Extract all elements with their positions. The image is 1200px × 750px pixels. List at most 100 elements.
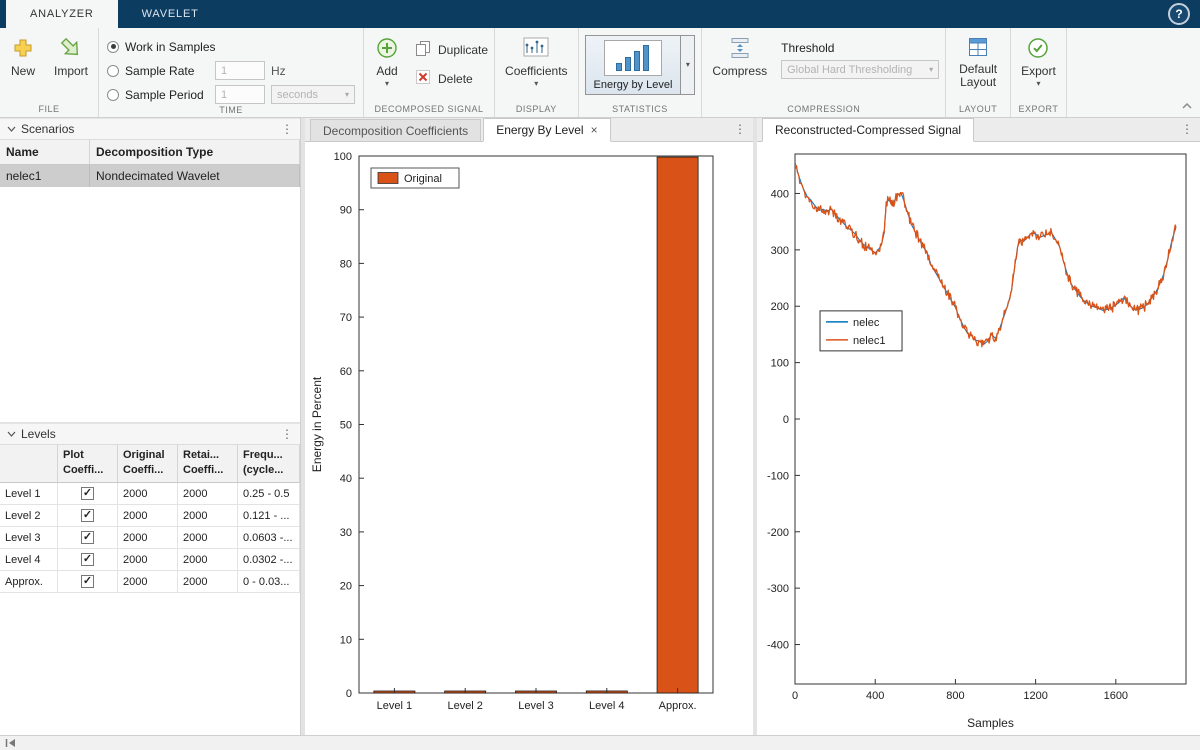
- sample-period-radio[interactable]: [107, 89, 119, 101]
- svg-text:-100: -100: [767, 470, 789, 482]
- levels-table: PlotCoeffi... OriginalCoeffi... Retai...…: [0, 445, 300, 593]
- svg-text:Level 1: Level 1: [377, 700, 412, 712]
- svg-text:Approx.: Approx.: [659, 700, 697, 712]
- scenarios-col-type: Decomposition Type: [90, 140, 300, 164]
- collapse-chevron-icon[interactable]: [7, 431, 16, 437]
- energy-by-level-dropdown[interactable]: ▾: [681, 35, 695, 95]
- plot-checkbox[interactable]: [81, 575, 94, 588]
- panel-menu-icon[interactable]: ⋮: [1181, 122, 1193, 136]
- table-row: Approx. 2000 2000 0 - 0.03...: [0, 571, 300, 593]
- section-statistics-caption: STATISTICS: [585, 103, 696, 117]
- coefficients-button[interactable]: Coefficients ▾: [501, 33, 571, 91]
- section-compression: Compress Threshold Global Hard Threshold…: [702, 28, 946, 117]
- levels-col-plot: PlotCoeffi...: [58, 445, 118, 482]
- sample-period-unit-select[interactable]: seconds▾: [271, 85, 355, 104]
- tab-decomposition-coefficients[interactable]: Decomposition Coefficients: [310, 119, 481, 141]
- statusbar: [0, 735, 1200, 750]
- export-check-icon: [1026, 36, 1050, 63]
- tab-energy-by-level[interactable]: Energy By Level ×: [483, 118, 610, 142]
- help-button[interactable]: ?: [1168, 3, 1190, 25]
- toolstrip-collapse-icon[interactable]: [1182, 99, 1192, 113]
- work-in-samples-radio[interactable]: [107, 41, 119, 53]
- section-display-caption: DISPLAY: [501, 103, 571, 117]
- scenario-row-nelec1[interactable]: nelec1 Nondecimated Wavelet: [0, 165, 300, 187]
- collapse-left-icon[interactable]: [5, 736, 16, 750]
- import-icon: [59, 36, 83, 63]
- chevron-down-icon: ▾: [929, 66, 933, 74]
- export-button[interactable]: Export ▾: [1017, 33, 1060, 91]
- levels-panel-header[interactable]: Levels ⋮: [0, 423, 300, 445]
- default-layout-button[interactable]: Default Layout: [952, 33, 1004, 92]
- section-export: Export ▾ EXPORT: [1011, 28, 1067, 117]
- svg-text:Energy in Percent: Energy in Percent: [310, 376, 324, 472]
- section-time: Work in Samples Sample Rate 1 Hz Sample …: [99, 28, 364, 117]
- retained-coeff-cell: 2000: [178, 527, 238, 548]
- levels-title: Levels: [21, 427, 56, 441]
- original-coeff-cell: 2000: [118, 571, 178, 592]
- reconstructed-signal-chart: -400-300-200-100010020030040004008001200…: [757, 142, 1200, 735]
- svg-text:90: 90: [340, 205, 352, 217]
- threshold-select[interactable]: Global Hard Thresholding▾: [781, 60, 939, 79]
- scenarios-title: Scenarios: [21, 122, 74, 136]
- tab-analyzer[interactable]: ANALYZER: [6, 0, 118, 28]
- work-in-samples-option[interactable]: Work in Samples: [107, 37, 355, 56]
- sample-rate-input[interactable]: 1: [215, 61, 265, 80]
- svg-text:Level 4: Level 4: [589, 700, 624, 712]
- section-compression-caption: COMPRESSION: [708, 103, 939, 117]
- sample-period-input[interactable]: 1: [215, 85, 265, 104]
- original-coeff-cell: 2000: [118, 505, 178, 526]
- tab-reconstructed-signal[interactable]: Reconstructed-Compressed Signal: [762, 118, 974, 142]
- new-label: New: [11, 65, 35, 78]
- plot-checkbox[interactable]: [81, 553, 94, 566]
- import-button[interactable]: Import: [50, 33, 92, 81]
- plot-checkbox[interactable]: [81, 509, 94, 522]
- levels-col-retained: Retai...Coeffi...: [178, 445, 238, 482]
- section-file: New Import FILE: [0, 28, 99, 117]
- scenario-type: Nondecimated Wavelet: [90, 165, 300, 187]
- sample-rate-radio[interactable]: [107, 65, 119, 77]
- svg-text:0: 0: [346, 688, 352, 700]
- scenarios-panel-header[interactable]: Scenarios ⋮: [0, 118, 300, 140]
- level-row-label: Level 2: [0, 505, 58, 526]
- ribbon-tabs: ANALYZER WAVELET: [6, 0, 223, 28]
- level-row-label: Approx.: [0, 571, 58, 592]
- svg-text:100: 100: [771, 358, 789, 370]
- layout-grid-icon: [967, 36, 989, 61]
- coefficients-icon: [523, 36, 549, 63]
- plot-checkbox[interactable]: [81, 487, 94, 500]
- left-panel: Scenarios ⋮ Name Decomposition Type nele…: [0, 118, 301, 735]
- table-row: Level 1 2000 2000 0.25 - 0.5: [0, 483, 300, 505]
- duplicate-button[interactable]: Duplicate: [414, 39, 488, 60]
- scenarios-col-name: Name: [0, 140, 90, 164]
- signal-panel: Reconstructed-Compressed Signal ⋮ -400-3…: [757, 118, 1200, 735]
- frequency-cell: 0 - 0.03...: [238, 571, 300, 592]
- svg-text:1600: 1600: [1104, 690, 1128, 702]
- chevron-down-icon: ▾: [345, 91, 349, 99]
- svg-text:60: 60: [340, 366, 352, 378]
- energy-by-level-toggle[interactable]: Energy by Level: [585, 35, 682, 95]
- svg-text:70: 70: [340, 312, 352, 324]
- delete-button[interactable]: Delete: [414, 68, 488, 89]
- original-coeff-cell: 2000: [118, 527, 178, 548]
- svg-text:Level 3: Level 3: [518, 700, 553, 712]
- svg-text:Original: Original: [404, 173, 442, 185]
- add-button[interactable]: Add ▾: [370, 33, 404, 91]
- levels-menu-icon[interactable]: ⋮: [281, 427, 293, 441]
- collapse-chevron-icon[interactable]: [7, 126, 16, 132]
- add-label: Add: [376, 65, 397, 78]
- titlebar: ANALYZER WAVELET ?: [0, 0, 1200, 28]
- energy-panel: Decomposition Coefficients Energy By Lev…: [305, 118, 753, 735]
- compress-button[interactable]: Compress: [708, 33, 771, 81]
- svg-text:0: 0: [783, 414, 789, 426]
- plot-checkbox[interactable]: [81, 531, 94, 544]
- svg-text:200: 200: [771, 301, 789, 313]
- panel-menu-icon[interactable]: ⋮: [734, 122, 746, 136]
- toolstrip: New Import FILE Work in Samples: [0, 28, 1200, 118]
- close-icon[interactable]: ×: [591, 123, 598, 137]
- frequency-cell: 0.121 - ...: [238, 505, 300, 526]
- new-button[interactable]: New: [6, 33, 40, 81]
- svg-text:-400: -400: [767, 640, 789, 652]
- tab-wavelet[interactable]: WAVELET: [118, 0, 223, 28]
- scenarios-menu-icon[interactable]: ⋮: [281, 122, 293, 136]
- scenarios-table-header: Name Decomposition Type: [0, 140, 300, 165]
